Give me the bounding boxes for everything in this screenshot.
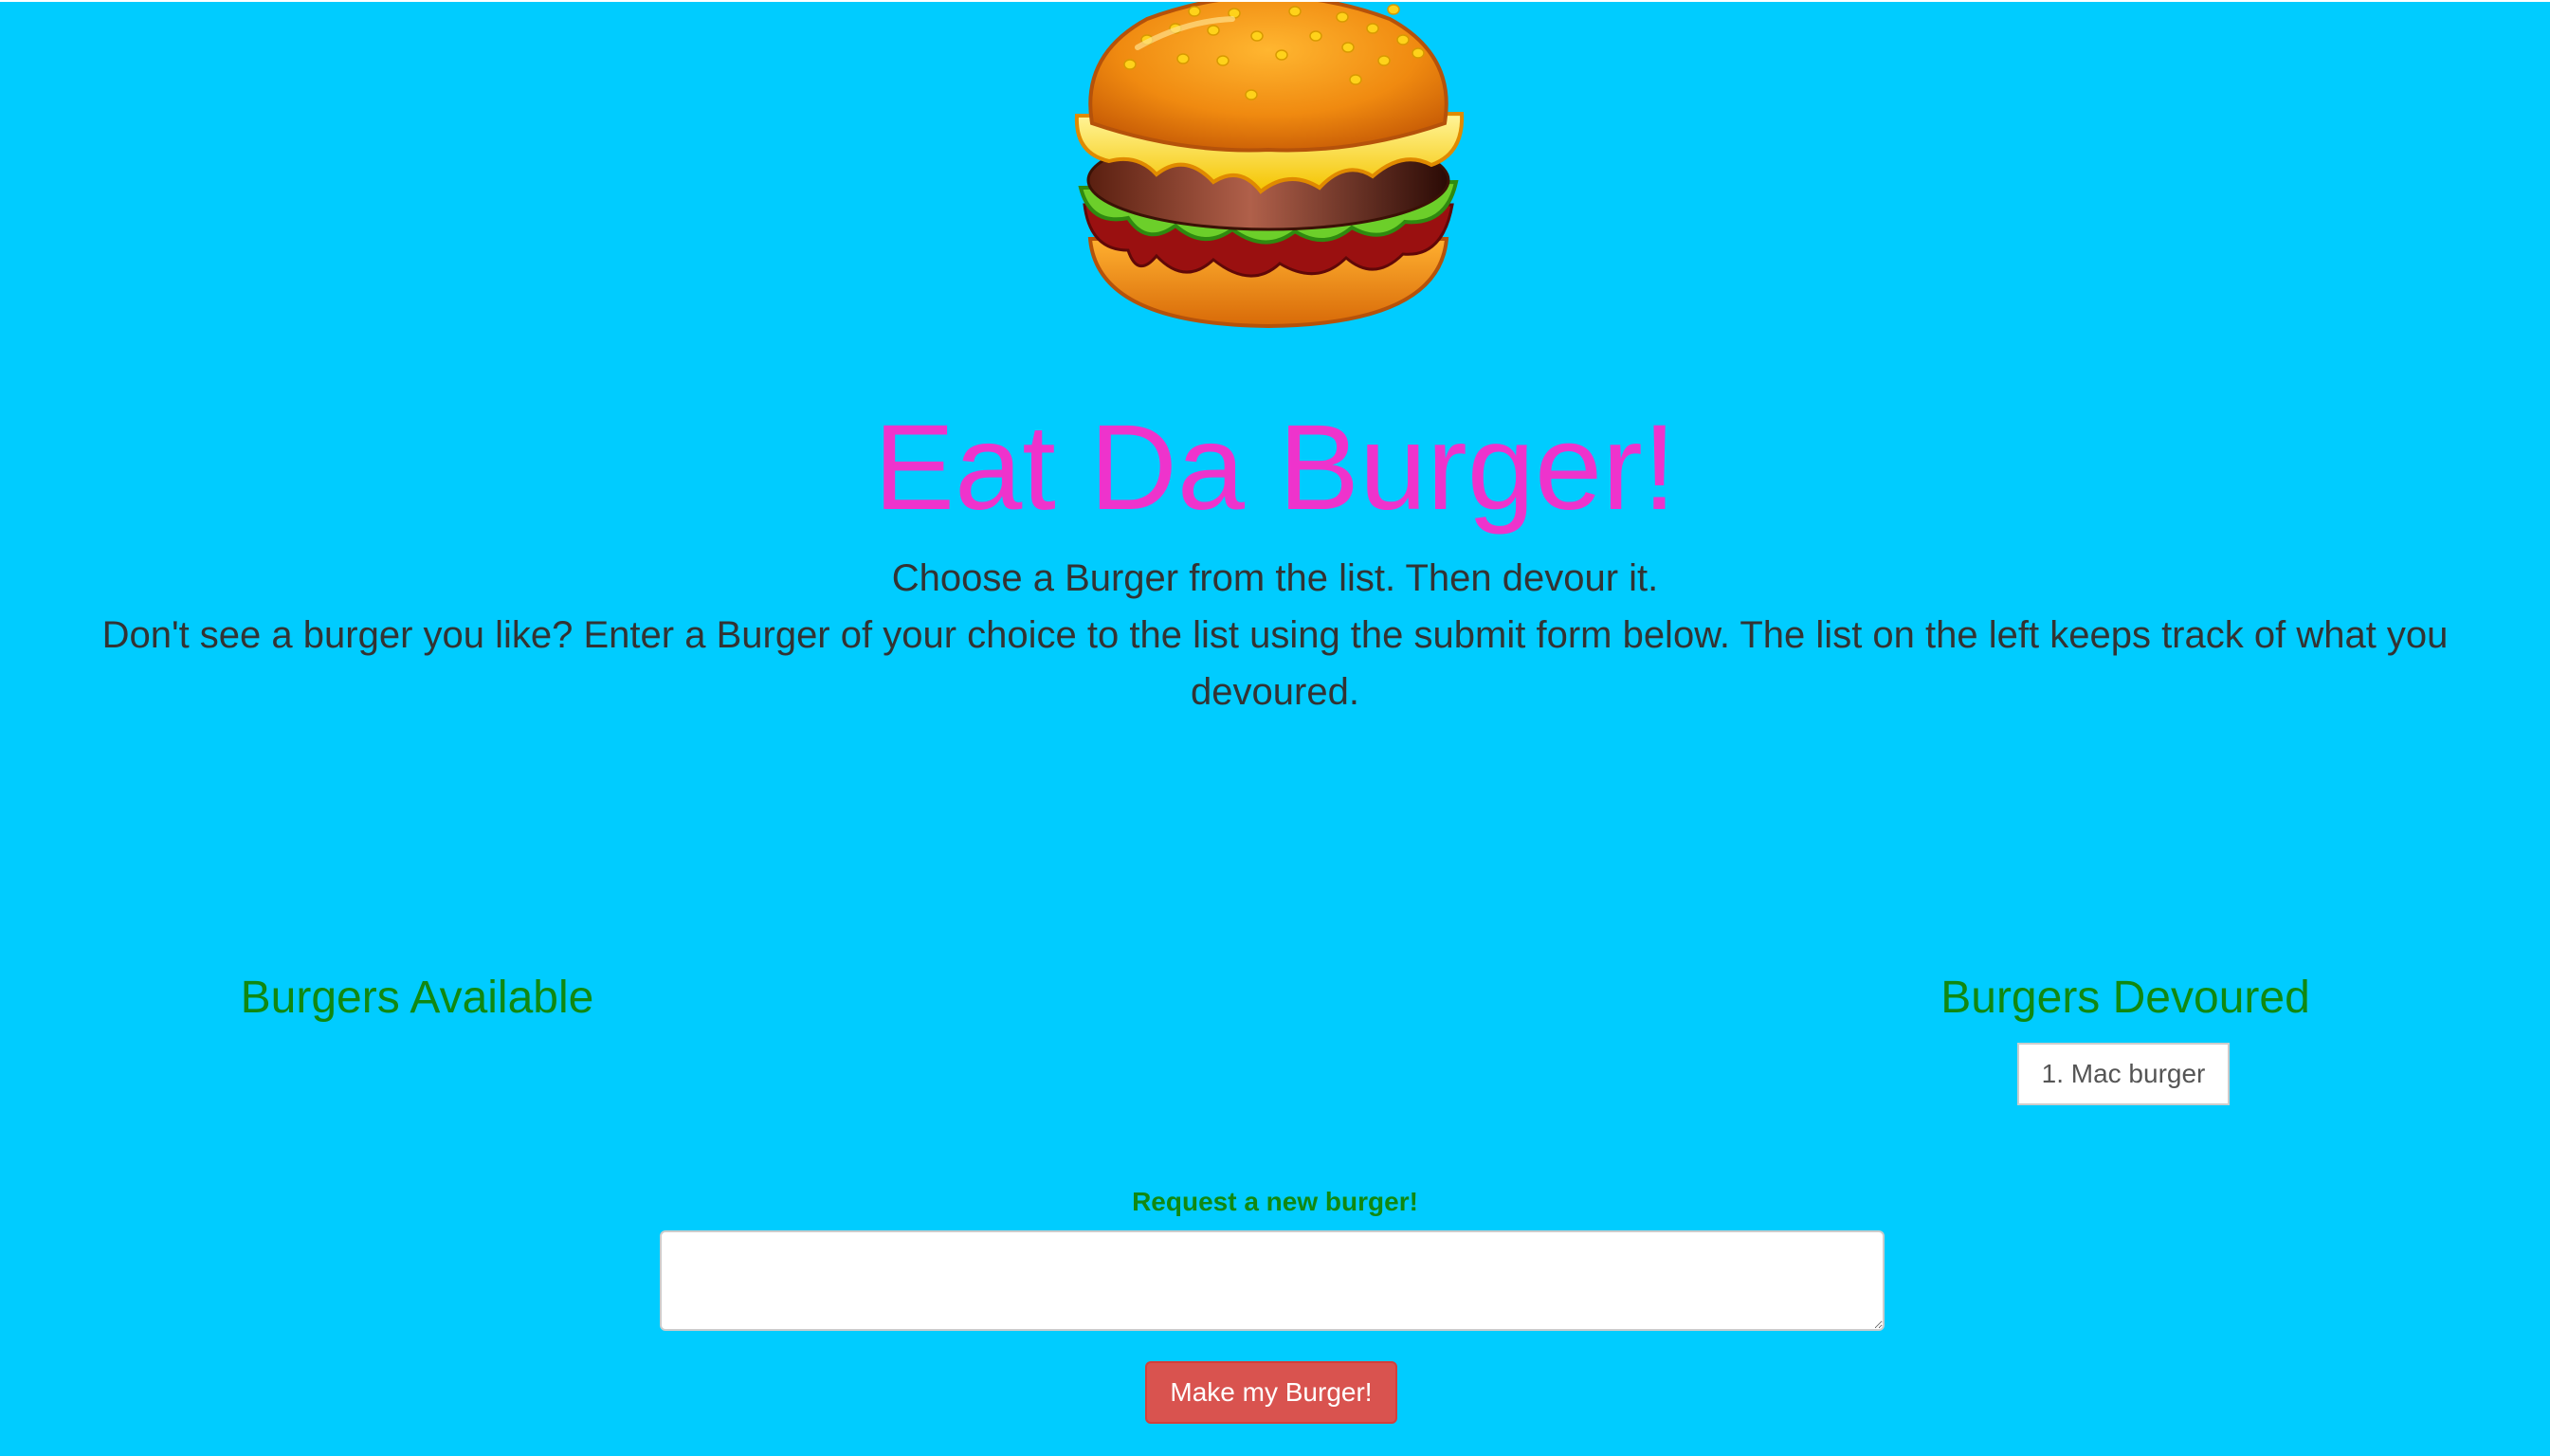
request-burger-label: Request a new burger!	[1132, 1187, 1418, 1216]
burgers-devoured-heading: Burgers Devoured	[1940, 973, 2310, 1023]
page-title: Eat Da Burger!	[873, 400, 1677, 536]
burger-icon	[1074, 2, 1465, 329]
make-burger-button[interactable]: Make my Burger!	[1145, 1361, 1397, 1424]
devoured-list: 1. Mac burger	[2017, 1043, 2230, 1105]
intro-line-2: Don't see a burger you like? Enter a Bur…	[101, 614, 2449, 713]
intro-text: Choose a Burger from the list. Then devo…	[95, 550, 2455, 720]
intro-line-1: Choose a Burger from the list. Then devo…	[891, 557, 1659, 599]
burger-name-input[interactable]	[660, 1230, 1885, 1331]
burgers-available-heading: Burgers Available	[240, 973, 594, 1023]
devoured-item: 1. Mac burger	[2017, 1043, 2230, 1105]
